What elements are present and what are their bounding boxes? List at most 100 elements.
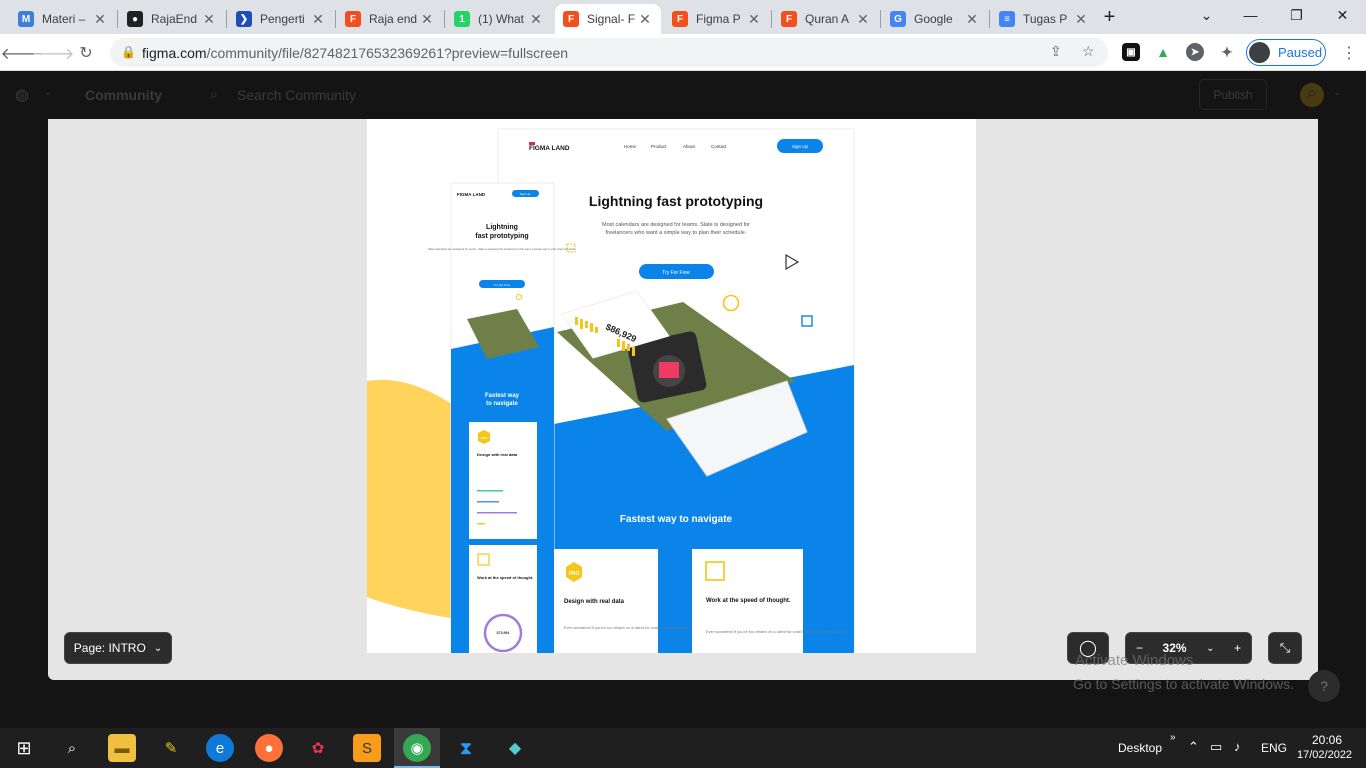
firefox-icon[interactable]: ● [255,734,283,762]
avatar-chevron-icon[interactable]: ⌄ [1333,87,1341,98]
mobile-section-2: to navigate [486,401,518,407]
edge-browser-icon[interactable]: e [206,734,234,762]
browser-tab[interactable]: G Google ✕ [882,4,988,34]
page-selector[interactable]: Page: INTRO ⌄ [64,632,172,664]
reload-button[interactable]: ↻ [73,40,99,66]
browser-toolbar: 🡐 🡒 ↻ 🔒 figma.com/community/file/8274821… [0,34,1366,71]
browser-tab[interactable]: F Signal- F ✕ [555,4,661,34]
tab-close-icon[interactable]: ✕ [746,11,762,28]
page-selector-label: Page: INTRO [73,641,146,655]
nav-product[interactable]: Product [651,144,667,149]
nav-home[interactable]: Home [624,144,637,149]
clock-time[interactable]: 20:06 [1312,733,1342,747]
tab-title: Materi – [42,12,86,26]
tab-favicon-icon: F [672,11,688,27]
forward-button[interactable]: 🡒 [32,40,75,66]
toolbar-expand-icon[interactable]: » [1170,732,1176,743]
design-frame[interactable]: FIGMA LAND Home Product About Contact Si… [367,119,976,653]
tab-title: Signal- F [587,12,636,26]
google-drive-icon[interactable]: ▲ [1154,43,1172,61]
tab-title: RajaEnd [151,12,198,26]
extension-cursor-icon[interactable]: ➤ [1186,43,1204,61]
tab-close-icon[interactable]: ✕ [637,11,653,28]
browser-tab[interactable]: 1 (1) What ✕ [446,4,552,34]
search-icon: ⌕ [210,86,218,102]
tab-close-icon[interactable]: ✕ [92,11,108,28]
globe-icon[interactable]: ◍ [15,85,29,105]
volume-icon[interactable]: ♪ [1234,739,1241,754]
tab-close-icon[interactable]: ✕ [419,11,435,28]
zoom-in-button[interactable]: + [1234,641,1241,655]
browser-tab[interactable]: F Figma P ✕ [664,4,770,34]
tab-separator [335,10,336,28]
bookmark-star-icon[interactable]: ☆ [1082,43,1095,60]
tab-close-icon[interactable]: ✕ [964,11,980,28]
profile-status: Paused [1278,45,1323,60]
lock-icon[interactable]: 🔒 [121,45,136,59]
windows-start-icon[interactable]: ⊞ [10,734,38,762]
search-icon[interactable]: ⌕ [58,734,86,762]
tab-close-icon[interactable]: ✕ [528,11,544,28]
browser-tab[interactable]: F Quran A ✕ [773,4,879,34]
extension-1-icon[interactable]: ▣ [1122,43,1140,61]
address-bar[interactable]: 🔒 figma.com/community/file/8274821765323… [110,38,1108,67]
feature-card-2-title: Work at the speed of thought. [706,598,791,604]
restore-button[interactable]: ❐ [1274,0,1319,30]
tab-title: Quran A [805,12,850,26]
tab-favicon-icon: ≡ [999,11,1015,27]
mobile-progress-4 [477,523,485,525]
browser-tab[interactable]: M Materi – ✕ [10,4,116,34]
close-window-button[interactable]: ✕ [1320,0,1365,30]
browser-tab[interactable]: ● RajaEnd ✕ [119,4,225,34]
file-explorer-icon[interactable]: ▬ [108,734,136,762]
zoom-chevron-icon[interactable]: ⌄ [1206,643,1214,654]
chrome-icon[interactable]: ◉ [403,734,431,762]
help-button[interactable]: ? [1308,670,1340,702]
publish-button[interactable]: Publish [1199,79,1267,110]
new-tab-button[interactable]: + [1087,2,1132,32]
profile-button[interactable]: Paused [1246,39,1326,66]
tab-close-icon[interactable]: ✕ [201,11,217,28]
browser-tab[interactable]: F Raja end ✕ [337,4,443,34]
exit-fullscreen-button[interactable]: ⤡ [1268,632,1302,664]
battery-icon[interactable]: ▭ [1210,739,1222,755]
language-indicator[interactable]: ENG [1261,741,1287,755]
tab-search-chevron-icon[interactable]: ⌄ [1184,0,1229,30]
tab-separator [771,10,772,28]
tab-title: Raja end [369,12,418,26]
minimize-button[interactable]: — [1228,0,1273,30]
mobile-headline-1: Lightning [486,224,518,231]
git-tool-icon[interactable]: ◆ [501,734,529,762]
tray-chevron-icon[interactable]: ⌃ [1188,739,1199,755]
hero-headline: Lightning fast prototyping [589,193,763,209]
design-canvas: FIGMA LAND Home Product About Contact Si… [367,128,855,653]
tab-separator [989,10,990,28]
url-host: figma.com [142,45,207,61]
browser-tab[interactable]: ≡ Tugas P ✕ [991,4,1097,34]
figma-header: ◍ ⌄ Community ⌕ Search Community Publish… [0,71,1366,119]
user-avatar[interactable]: P [1300,83,1324,107]
paint-palette-icon[interactable]: ✿ [304,734,332,762]
vscode-icon[interactable]: ⧗ [452,734,480,762]
chevron-down-icon[interactable]: ⌄ [44,87,52,98]
section-title: Fastest way to navigate [620,514,733,525]
clock-date[interactable]: 17/02/2022 [1297,749,1352,761]
extensions-puzzle-icon[interactable]: ✦ [1218,43,1236,61]
menu-kebab-icon[interactable]: ⋮ [1336,40,1362,66]
tab-close-icon[interactable]: ✕ [855,11,871,28]
sublime-text-icon[interactable]: S [353,734,381,762]
url-path: /community/file/827482176532369261?previ… [206,45,569,61]
camera-sensor [659,362,679,378]
tab-title: Figma P [696,12,741,26]
share-icon[interactable]: ⇪ [1050,43,1062,60]
nav-contact[interactable]: Contact [711,144,727,149]
feature-card-2-body: Ever wondered if you're too reliant on a… [706,629,847,634]
nav-about[interactable]: About [683,144,696,149]
desktop-toolbar-label[interactable]: Desktop [1118,741,1162,755]
browser-tab-strip: M Materi – ✕ ● RajaEnd ✕ ❯ Pengerti ✕ F Raja end ✕ 1… [0,0,1366,34]
search-input[interactable]: Search Community [237,87,356,103]
community-label[interactable]: Community [85,87,162,103]
pen-tool-icon[interactable]: ✎ [157,734,185,762]
tab-close-icon[interactable]: ✕ [310,11,326,28]
browser-tab[interactable]: ❯ Pengerti ✕ [228,4,334,34]
